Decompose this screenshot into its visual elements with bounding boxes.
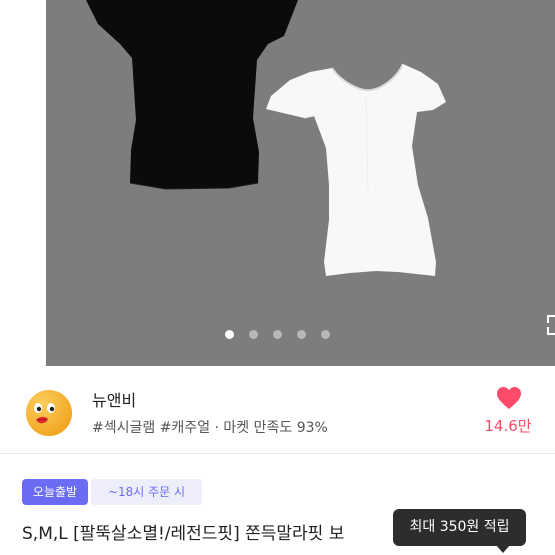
seller-info[interactable]: 뉴앤비 #섹시글램 #캐주얼 · 마켓 만족도 93% 14.6만 [0, 366, 555, 452]
product-image-carousel[interactable] [46, 0, 555, 366]
carousel-indicator [46, 327, 555, 341]
expand-icon[interactable] [545, 314, 555, 336]
section-divider [0, 453, 555, 454]
carousel-dot[interactable] [273, 330, 282, 339]
product-photo [86, 0, 446, 276]
shop-name[interactable]: 뉴앤비 [92, 387, 136, 411]
heart-icon[interactable] [496, 386, 522, 410]
black-tshirt [86, 0, 298, 189]
carousel-dot[interactable] [225, 330, 234, 339]
order-cutoff-badge: ~18시 주문 시 [91, 479, 202, 505]
product-title: S,M,L [팔뚝살소멸!/레전드핏] 쫀득말라핏 보 [22, 524, 345, 544]
shop-tags-satisfaction: #섹시글램 #캐주얼 · 마켓 만족도 93% [92, 420, 328, 436]
same-day-shipping-badge: 오늘출발 [22, 479, 88, 505]
seller-avatar[interactable] [24, 388, 74, 438]
carousel-dot[interactable] [297, 330, 306, 339]
like-button[interactable]: 14.6만 [478, 386, 538, 436]
white-tshirt [266, 64, 446, 276]
carousel-dot[interactable] [321, 330, 330, 339]
tooltip-arrow [496, 545, 510, 553]
like-count: 14.6만 [484, 417, 532, 435]
reward-tooltip: 최대 350원 적립 [393, 509, 526, 546]
carousel-dot[interactable] [249, 330, 258, 339]
